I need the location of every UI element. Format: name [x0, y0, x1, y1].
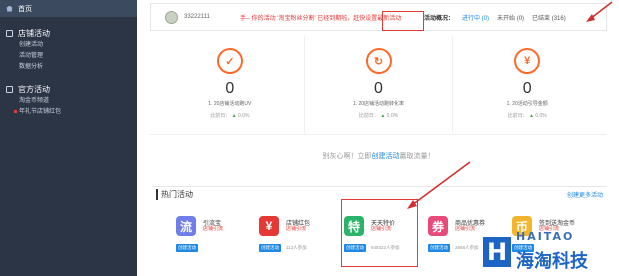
watermark-logo: H HAITAO 海淘科技	[483, 228, 619, 276]
watermark-brand: HAITAO	[516, 230, 575, 243]
arrow-to-ended	[586, 1, 613, 22]
watermark-letter: H	[483, 237, 511, 267]
arrow-to-daily-special	[407, 161, 471, 209]
watermark-cn: 海淘科技	[516, 251, 588, 272]
